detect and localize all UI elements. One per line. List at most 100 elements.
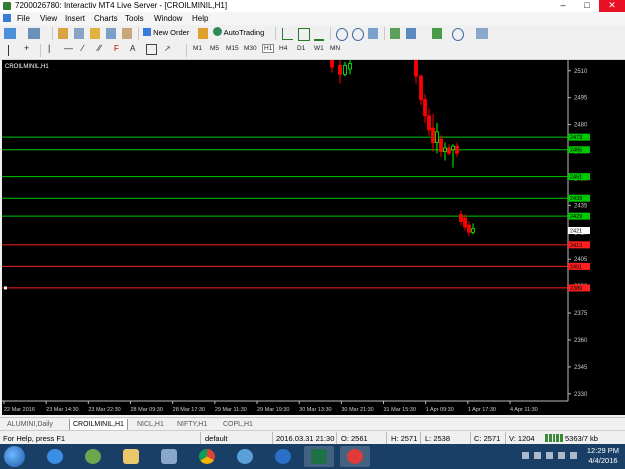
time-tick-label: 28 Mar 17:30: [173, 407, 205, 413]
periods-icon[interactable]: [452, 28, 464, 41]
level-price-label: 2439: [570, 196, 582, 202]
candle-body: [431, 127, 435, 143]
new-order-button[interactable]: New Order: [143, 27, 189, 39]
menu-file[interactable]: File: [17, 14, 30, 23]
status-bar: For Help, press F1 default 2016.03.31 21…: [0, 430, 625, 445]
timeframe-w1[interactable]: W1: [314, 45, 324, 52]
candle-body: [459, 213, 463, 222]
market-watch-icon[interactable]: [58, 28, 68, 39]
zoom-out-icon[interactable]: [352, 28, 364, 41]
auto-scroll-icon[interactable]: [390, 28, 400, 39]
status-separator: [386, 432, 387, 444]
chart-shift-icon[interactable]: [406, 28, 416, 39]
profile-name[interactable]: default: [205, 434, 228, 443]
price-tick-label: 2330: [574, 392, 588, 398]
level-price-label: 2466: [570, 148, 582, 154]
taskbar-explorer[interactable]: [116, 446, 146, 467]
time-tick-label: 23 Mar 14:30: [46, 407, 78, 413]
level-price-label: 2401: [570, 264, 582, 270]
menu-view[interactable]: View: [40, 14, 57, 23]
taskbar-dialer[interactable]: [268, 446, 298, 467]
maximize-button[interactable]: □: [575, 0, 599, 12]
timeframe-mn[interactable]: MN: [330, 45, 340, 52]
profiles-icon[interactable]: [28, 28, 40, 39]
text-label-icon[interactable]: [146, 44, 157, 55]
taskbar-ie[interactable]: [40, 446, 70, 467]
open-price: O: 2561: [341, 434, 368, 443]
strategy-tester-icon[interactable]: [122, 28, 132, 39]
taskbar-clock[interactable]: 12:29 PM 4/4/2016: [587, 446, 619, 466]
arrows-icon[interactable]: ↗: [164, 44, 171, 53]
title-bar: 7200026780: Interactiv MT4 Live Server -…: [0, 0, 625, 12]
horizontal-line-icon[interactable]: —: [64, 43, 73, 53]
mt4-taskbar-icon: [347, 449, 363, 464]
zoom-in-icon[interactable]: [336, 28, 348, 41]
equidistant-channel-icon[interactable]: ∕∕: [98, 43, 101, 53]
menu-charts[interactable]: Charts: [94, 14, 118, 23]
tab-nifty-h1[interactable]: NIFTY,H1: [174, 419, 210, 430]
timeframe-h1[interactable]: H1: [262, 44, 275, 53]
status-separator: [336, 432, 337, 444]
timeframe-d1[interactable]: D1: [297, 45, 305, 52]
folder-icon: [123, 449, 139, 464]
timeframe-h4[interactable]: H4: [279, 45, 287, 52]
tray-icon[interactable]: [558, 452, 565, 459]
navigator-icon[interactable]: [90, 28, 100, 39]
taskbar-globe[interactable]: [230, 446, 260, 467]
indicators-icon[interactable]: [432, 28, 442, 39]
tab-copl-h1[interactable]: COPL,H1: [220, 419, 256, 430]
vertical-line-icon[interactable]: |: [48, 43, 50, 53]
minimize-button[interactable]: –: [551, 0, 575, 12]
connection-status-icon[interactable]: [545, 434, 563, 442]
taskbar-mt4[interactable]: [340, 446, 370, 467]
line-chart-icon[interactable]: [314, 28, 324, 41]
menu-help[interactable]: Help: [192, 14, 208, 23]
candle-body: [343, 64, 347, 75]
metaeditor-icon[interactable]: [198, 28, 208, 39]
tray-icon[interactable]: [570, 452, 577, 459]
cursor-icon[interactable]: [8, 45, 17, 56]
text-tool-icon[interactable]: A: [130, 44, 135, 53]
candlestick-chart-icon[interactable]: [298, 28, 310, 41]
menu-tools[interactable]: Tools: [125, 14, 144, 23]
toolbar-separator: [330, 27, 331, 40]
tray-icon[interactable]: [534, 452, 541, 459]
menu-window[interactable]: Window: [154, 14, 182, 23]
timeframe-m1[interactable]: M1: [193, 45, 202, 52]
taskbar-app[interactable]: [154, 446, 184, 467]
tray-icon[interactable]: [522, 452, 529, 459]
status-separator: [420, 432, 421, 444]
close-button[interactable]: ✕: [599, 0, 625, 12]
trendline-icon[interactable]: ∕: [82, 43, 84, 53]
auto-trading-button[interactable]: AutoTrading: [213, 27, 264, 39]
candle-body: [435, 131, 439, 143]
candle-body: [414, 60, 418, 77]
timeframe-m5[interactable]: M5: [210, 45, 219, 52]
candle-body: [455, 145, 459, 154]
terminal-icon[interactable]: [106, 28, 116, 39]
fibonacci-icon[interactable]: F: [114, 44, 119, 53]
start-button[interactable]: [4, 446, 25, 467]
price-chart[interactable]: CROILMINIL,H1251024952480246524502435242…: [2, 60, 625, 415]
tab-alumini-daily[interactable]: ALUMINI,Daily: [4, 419, 56, 430]
taskbar-excel[interactable]: [304, 446, 334, 467]
new-chart-icon[interactable]: [4, 28, 16, 39]
taskbar-chrome[interactable]: [192, 446, 222, 467]
tray-icon[interactable]: [546, 452, 553, 459]
level-price-label: 2451: [570, 175, 582, 181]
bar-chart-icon[interactable]: [282, 28, 293, 40]
timeframe-m30[interactable]: M30: [244, 45, 257, 52]
timeframe-m15[interactable]: M15: [226, 45, 239, 52]
templates-icon[interactable]: [476, 28, 488, 39]
tile-windows-icon[interactable]: [368, 28, 378, 39]
menu-insert[interactable]: Insert: [65, 14, 85, 23]
tab-nicl-h1[interactable]: NICL,H1: [134, 419, 167, 430]
toolbar-separator: [186, 44, 187, 57]
chrome-icon: [199, 449, 215, 464]
time-tick-label: 1 Apr 17:30: [468, 407, 496, 413]
crosshair-icon[interactable]: +: [24, 43, 29, 53]
time-tick-label: 31 Mar 15:30: [384, 407, 416, 413]
data-window-icon[interactable]: [74, 28, 84, 39]
taskbar-media[interactable]: [78, 446, 108, 467]
time-tick-label: 4 Apr 11:30: [510, 407, 538, 413]
